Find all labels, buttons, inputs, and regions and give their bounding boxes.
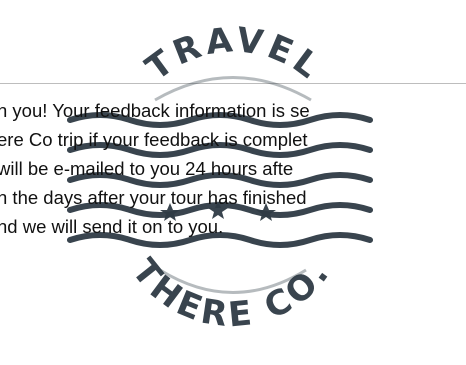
- text-line-5: nd we will send it on to you.: [0, 216, 224, 237]
- page: TRAVEL THERE CO. n you! Your feedback in…: [0, 0, 466, 365]
- text-line-3: will be e-mailed to you 24 hours afte: [0, 158, 294, 179]
- text-line-1: n you! Your feedback information is se: [0, 100, 310, 121]
- svg-text:TRAVEL: TRAVEL: [139, 20, 330, 89]
- feedback-info-text: n you! Your feedback information is se e…: [0, 96, 466, 241]
- svg-text:THERE CO.: THERE CO.: [124, 251, 339, 335]
- text-line-2: ere Co trip if your feedback is complet: [0, 129, 308, 150]
- divider-line: [0, 83, 466, 84]
- text-line-4: n the days after your tour has finished: [0, 187, 307, 208]
